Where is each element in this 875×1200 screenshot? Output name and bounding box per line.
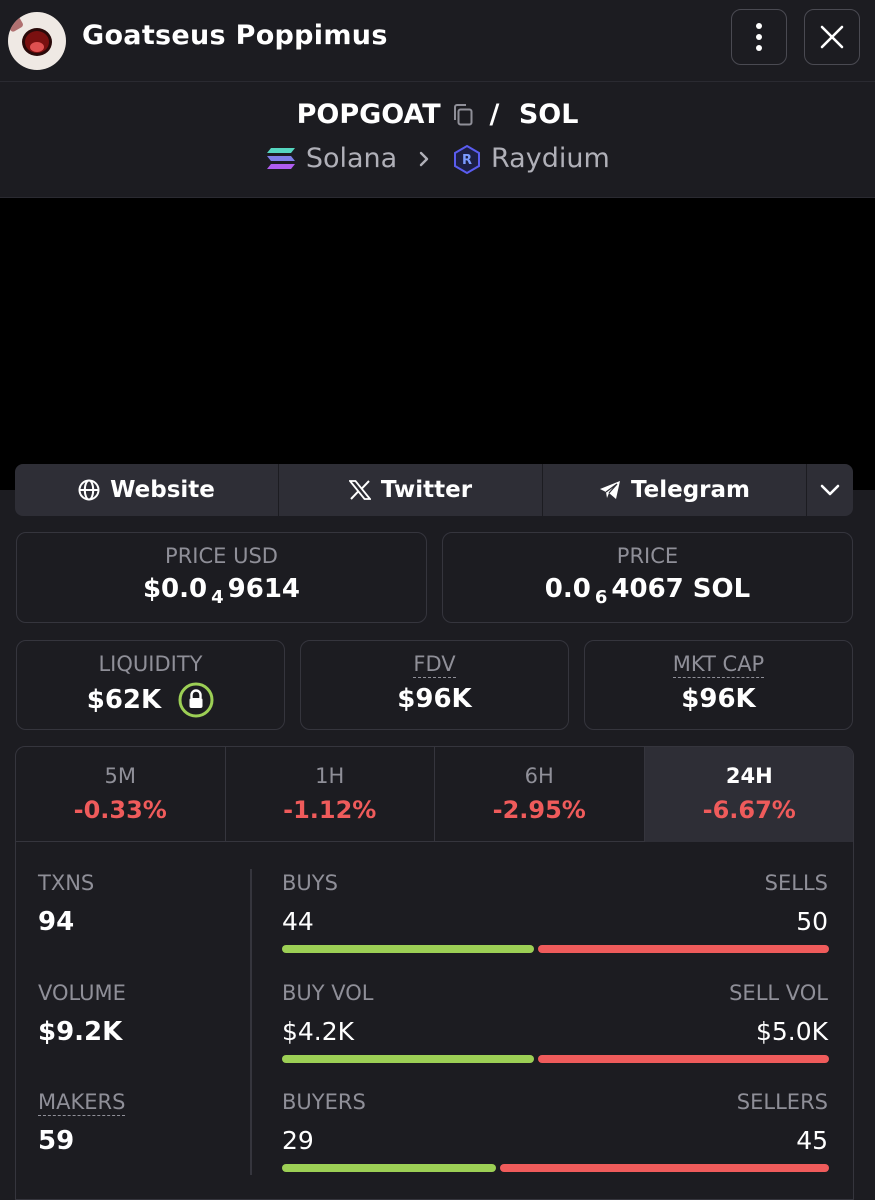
token-avatar (8, 12, 66, 70)
sell-vol-bar (538, 1055, 829, 1063)
x-logo-icon (348, 480, 371, 500)
dex-name[interactable]: Raydium (491, 143, 610, 174)
more-links-button[interactable] (807, 464, 853, 516)
market-cap-box[interactable]: MKT CAP $96K (584, 640, 853, 730)
telegram-button[interactable]: Telegram (543, 464, 807, 516)
tab-6h[interactable]: 6H -2.95% (435, 747, 645, 842)
globe-icon (78, 479, 100, 501)
twitter-button[interactable]: Twitter (279, 464, 543, 516)
sells-label: SELLS (764, 871, 828, 895)
fdv-box[interactable]: FDV $96K (300, 640, 569, 730)
copy-icon[interactable] (452, 103, 474, 127)
tab-24h[interactable]: 24H -6.67% (644, 747, 853, 842)
social-links-bar: Website Twitter Telegram (15, 464, 853, 516)
buy-vol-label: BUY VOL (282, 981, 374, 1005)
volume-value: $9.2K (38, 1017, 123, 1047)
base-token: POPGOAT (296, 99, 441, 130)
price-usd-value: $0.0 4 9614 (142, 574, 301, 608)
avatar-tongue (30, 42, 44, 52)
buys-value: 44 (282, 907, 314, 936)
buys-label: BUYS (282, 871, 338, 895)
pair-title: POPGOAT / SOL (0, 98, 875, 130)
period-change: -2.95% (492, 796, 586, 824)
txns-value: 94 (38, 907, 75, 937)
period-label: 1H (315, 764, 345, 788)
period-label: 6H (524, 764, 554, 788)
buyers-value: 29 (282, 1126, 314, 1155)
price-native-label: PRICE (616, 544, 679, 568)
sell-vol-value: $5.0K (755, 1017, 828, 1046)
pair-header: POPGOAT / SOL Solana R Raydium (0, 82, 875, 198)
buy-vol-value: $4.2K (282, 1017, 355, 1046)
makers-label[interactable]: MAKERS (38, 1090, 126, 1116)
sells-bar (538, 945, 829, 953)
sellers-value: 45 (796, 1126, 828, 1155)
solana-icon (267, 147, 296, 169)
liquidity-label: LIQUIDITY (98, 652, 203, 676)
tab-5m[interactable]: 5M -0.33% (16, 747, 226, 842)
more-vertical-icon (756, 23, 762, 51)
lock-icon[interactable] (178, 682, 214, 718)
chevron-right-icon (419, 151, 429, 166)
sells-value: 50 (796, 907, 828, 936)
telegram-label: Telegram (630, 477, 750, 503)
makers-value: 59 (38, 1126, 75, 1156)
price-usd-box: PRICE USD $0.0 4 9614 (16, 532, 427, 623)
pair-separator: / (489, 99, 500, 130)
liquidity-value: $62K (86, 685, 162, 715)
buy-vol-bar (282, 1055, 534, 1063)
buyers-bar (282, 1164, 496, 1172)
chain-breadcrumb: Solana R Raydium (0, 142, 875, 174)
market-cap-value: $96K (681, 684, 756, 714)
buys-bar (282, 945, 534, 953)
buyers-label: BUYERS (282, 1090, 366, 1114)
top-bar: Goatseus Poppimus (0, 0, 875, 82)
telegram-icon (599, 481, 620, 499)
price-chart-area[interactable] (0, 198, 875, 490)
sellers-bar (500, 1164, 829, 1172)
price-native-box: PRICE 0.0 6 4067 SOL (442, 532, 853, 623)
tab-1h[interactable]: 1H -1.12% (226, 747, 435, 842)
period-label: 5M (104, 764, 136, 788)
liquidity-box: LIQUIDITY $62K (16, 640, 285, 730)
chevron-down-icon (820, 484, 840, 496)
period-tabs: 5M -0.33% 1H -1.12% 6H -2.95% 24H -6.67% (16, 747, 853, 842)
volume-label: VOLUME (38, 981, 126, 1005)
market-cap-label: MKT CAP (672, 652, 765, 678)
more-options-button[interactable] (731, 9, 787, 65)
period-change: -0.33% (73, 796, 167, 824)
txns-label: TXNS (38, 871, 95, 895)
period-change: -6.67% (702, 796, 796, 824)
website-label: Website (110, 477, 215, 503)
raydium-icon: R (454, 144, 481, 174)
fdv-label: FDV (413, 652, 456, 678)
period-change: -1.12% (283, 796, 377, 824)
svg-text:R: R (462, 153, 472, 168)
chain-name[interactable]: Solana (306, 143, 397, 174)
price-native-zero-count: 6 (594, 587, 608, 608)
price-native-value: 0.0 6 4067 SOL (544, 574, 751, 608)
column-divider (250, 869, 252, 1175)
price-usd-zero-count: 4 (211, 587, 224, 608)
quote-token: SOL (518, 99, 579, 130)
close-icon (820, 25, 844, 49)
avatar-horn (8, 15, 25, 33)
sellers-label: SELLERS (736, 1090, 828, 1114)
sell-vol-label: SELL VOL (729, 981, 828, 1005)
period-label: 24H (725, 764, 773, 788)
stats-panel: 5M -0.33% 1H -1.12% 6H -2.95% 24H -6.67%… (15, 746, 854, 1200)
website-button[interactable]: Website (15, 464, 279, 516)
twitter-label: Twitter (380, 477, 473, 503)
close-button[interactable] (804, 9, 860, 65)
fdv-value: $96K (397, 684, 472, 714)
token-name: Goatseus Poppimus (82, 20, 388, 51)
price-usd-label: PRICE USD (165, 544, 278, 568)
